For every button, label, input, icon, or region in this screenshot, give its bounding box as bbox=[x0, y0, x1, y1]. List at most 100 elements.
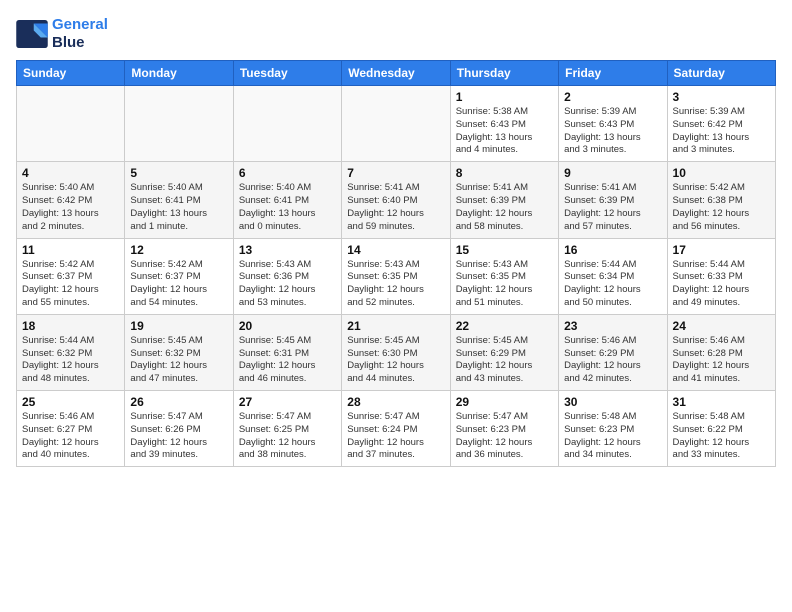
day-info: Sunrise: 5:45 AM Sunset: 6:31 PM Dayligh… bbox=[239, 335, 336, 386]
day-info: Sunrise: 5:47 AM Sunset: 6:25 PM Dayligh… bbox=[239, 411, 336, 462]
calendar-cell: 24 Sunrise: 5:46 AM Sunset: 6:28 PM Dayli… bbox=[667, 314, 775, 390]
day-number: 23 bbox=[564, 319, 661, 333]
day-info: Sunrise: 5:40 AM Sunset: 6:41 PM Dayligh… bbox=[239, 182, 336, 233]
day-info: Sunrise: 5:48 AM Sunset: 6:23 PM Dayligh… bbox=[564, 411, 661, 462]
logo: General Blue bbox=[16, 16, 108, 52]
day-number: 11 bbox=[22, 243, 119, 257]
calendar-header-row: SundayMondayTuesdayWednesdayThursdayFrid… bbox=[17, 61, 776, 86]
logo-icon bbox=[16, 20, 48, 48]
calendar-cell: 18Sunrise: 5:44 AM Sunset: 6:32 PM Dayli… bbox=[17, 314, 125, 390]
calendar-cell: 29Sunrise: 5:47 AM Sunset: 6:23 PM Dayli… bbox=[450, 391, 558, 467]
day-info: Sunrise: 5:47 AM Sunset: 6:24 PM Dayligh… bbox=[347, 411, 444, 462]
logo-text: General Blue bbox=[52, 16, 108, 52]
weekday-header: Wednesday bbox=[342, 61, 450, 86]
day-number: 13 bbox=[239, 243, 336, 257]
day-number: 27 bbox=[239, 395, 336, 409]
day-info: Sunrise: 5:45 AM Sunset: 6:29 PM Dayligh… bbox=[456, 335, 553, 386]
day-info: Sunrise: 5:43 AM Sunset: 6:35 PM Dayligh… bbox=[347, 259, 444, 310]
calendar-cell: 1 Sunrise: 5:38 AM Sunset: 6:43 PM Daylig… bbox=[450, 86, 558, 162]
day-number: 15 bbox=[456, 243, 553, 257]
calendar-week-row: 1 Sunrise: 5:38 AM Sunset: 6:43 PM Daylig… bbox=[17, 86, 776, 162]
day-number: 2 bbox=[564, 90, 661, 104]
day-info: Sunrise: 5:47 AM Sunset: 6:26 PM Dayligh… bbox=[130, 411, 227, 462]
calendar-cell: 15 Sunrise: 5:43 AM Sunset: 6:35 PM Dayli… bbox=[450, 238, 558, 314]
calendar-cell: 2 Sunrise: 5:39 AM Sunset: 6:43 PM Daylig… bbox=[559, 86, 667, 162]
weekday-header: Sunday bbox=[17, 61, 125, 86]
calendar-cell: 17 Sunrise: 5:44 AM Sunset: 6:33 PM Dayli… bbox=[667, 238, 775, 314]
calendar-cell: 10Sunrise: 5:42 AM Sunset: 6:38 PM Dayli… bbox=[667, 162, 775, 238]
day-number: 18 bbox=[22, 319, 119, 333]
day-info: Sunrise: 5:45 AM Sunset: 6:30 PM Dayligh… bbox=[347, 335, 444, 386]
calendar-cell: 12 Sunrise: 5:42 AM Sunset: 6:37 PM Dayli… bbox=[125, 238, 233, 314]
day-number: 17 bbox=[673, 243, 770, 257]
calendar-cell: 28 Sunrise: 5:47 AM Sunset: 6:24 PM Dayli… bbox=[342, 391, 450, 467]
calendar-cell bbox=[233, 86, 341, 162]
calendar-cell: 13Sunrise: 5:43 AM Sunset: 6:36 PM Dayli… bbox=[233, 238, 341, 314]
calendar-cell: 5Sunrise: 5:40 AM Sunset: 6:41 PM Daylig… bbox=[125, 162, 233, 238]
day-info: Sunrise: 5:42 AM Sunset: 6:37 PM Dayligh… bbox=[22, 259, 119, 310]
day-number: 4 bbox=[22, 166, 119, 180]
calendar-cell: 23 Sunrise: 5:46 AM Sunset: 6:29 PM Dayli… bbox=[559, 314, 667, 390]
day-info: Sunrise: 5:41 AM Sunset: 6:39 PM Dayligh… bbox=[456, 182, 553, 233]
day-number: 7 bbox=[347, 166, 444, 180]
calendar-cell: 20Sunrise: 5:45 AM Sunset: 6:31 PM Dayli… bbox=[233, 314, 341, 390]
day-number: 26 bbox=[130, 395, 227, 409]
day-info: Sunrise: 5:40 AM Sunset: 6:42 PM Dayligh… bbox=[22, 182, 119, 233]
day-info: Sunrise: 5:46 AM Sunset: 6:27 PM Dayligh… bbox=[22, 411, 119, 462]
weekday-header: Thursday bbox=[450, 61, 558, 86]
calendar-cell: 31Sunrise: 5:48 AM Sunset: 6:22 PM Dayli… bbox=[667, 391, 775, 467]
calendar-cell: 7 Sunrise: 5:41 AM Sunset: 6:40 PM Daylig… bbox=[342, 162, 450, 238]
calendar-cell: 14 Sunrise: 5:43 AM Sunset: 6:35 PM Dayli… bbox=[342, 238, 450, 314]
calendar-cell: 27 Sunrise: 5:47 AM Sunset: 6:25 PM Dayli… bbox=[233, 391, 341, 467]
day-number: 1 bbox=[456, 90, 553, 104]
weekday-header: Friday bbox=[559, 61, 667, 86]
day-info: Sunrise: 5:39 AM Sunset: 6:43 PM Dayligh… bbox=[564, 106, 661, 157]
day-info: Sunrise: 5:46 AM Sunset: 6:29 PM Dayligh… bbox=[564, 335, 661, 386]
calendar-table: SundayMondayTuesdayWednesdayThursdayFrid… bbox=[16, 60, 776, 467]
day-number: 28 bbox=[347, 395, 444, 409]
day-number: 16 bbox=[564, 243, 661, 257]
day-number: 19 bbox=[130, 319, 227, 333]
calendar-cell bbox=[342, 86, 450, 162]
weekday-header: Tuesday bbox=[233, 61, 341, 86]
day-info: Sunrise: 5:43 AM Sunset: 6:35 PM Dayligh… bbox=[456, 259, 553, 310]
day-number: 14 bbox=[347, 243, 444, 257]
calendar-cell: 25 Sunrise: 5:46 AM Sunset: 6:27 PM Dayli… bbox=[17, 391, 125, 467]
day-info: Sunrise: 5:44 AM Sunset: 6:33 PM Dayligh… bbox=[673, 259, 770, 310]
day-info: Sunrise: 5:45 AM Sunset: 6:32 PM Dayligh… bbox=[130, 335, 227, 386]
calendar-week-row: 25 Sunrise: 5:46 AM Sunset: 6:27 PM Dayli… bbox=[17, 391, 776, 467]
weekday-header: Saturday bbox=[667, 61, 775, 86]
day-number: 31 bbox=[673, 395, 770, 409]
calendar-week-row: 11 Sunrise: 5:42 AM Sunset: 6:37 PM Dayli… bbox=[17, 238, 776, 314]
day-number: 12 bbox=[130, 243, 227, 257]
weekday-header: Monday bbox=[125, 61, 233, 86]
day-info: Sunrise: 5:41 AM Sunset: 6:39 PM Dayligh… bbox=[564, 182, 661, 233]
day-info: Sunrise: 5:46 AM Sunset: 6:28 PM Dayligh… bbox=[673, 335, 770, 386]
day-number: 6 bbox=[239, 166, 336, 180]
day-number: 5 bbox=[130, 166, 227, 180]
day-info: Sunrise: 5:42 AM Sunset: 6:37 PM Dayligh… bbox=[130, 259, 227, 310]
calendar-cell: 30 Sunrise: 5:48 AM Sunset: 6:23 PM Dayli… bbox=[559, 391, 667, 467]
day-info: Sunrise: 5:44 AM Sunset: 6:34 PM Dayligh… bbox=[564, 259, 661, 310]
calendar-cell bbox=[125, 86, 233, 162]
day-number: 21 bbox=[347, 319, 444, 333]
header: General Blue bbox=[16, 16, 776, 52]
calendar-cell: 9Sunrise: 5:41 AM Sunset: 6:39 PM Daylig… bbox=[559, 162, 667, 238]
calendar-cell: 11 Sunrise: 5:42 AM Sunset: 6:37 PM Dayli… bbox=[17, 238, 125, 314]
calendar-cell: 6 Sunrise: 5:40 AM Sunset: 6:41 PM Daylig… bbox=[233, 162, 341, 238]
calendar-week-row: 4 Sunrise: 5:40 AM Sunset: 6:42 PM Daylig… bbox=[17, 162, 776, 238]
calendar-cell: 21 Sunrise: 5:45 AM Sunset: 6:30 PM Dayli… bbox=[342, 314, 450, 390]
day-info: Sunrise: 5:39 AM Sunset: 6:42 PM Dayligh… bbox=[673, 106, 770, 157]
day-info: Sunrise: 5:38 AM Sunset: 6:43 PM Dayligh… bbox=[456, 106, 553, 157]
day-info: Sunrise: 5:41 AM Sunset: 6:40 PM Dayligh… bbox=[347, 182, 444, 233]
day-info: Sunrise: 5:47 AM Sunset: 6:23 PM Dayligh… bbox=[456, 411, 553, 462]
day-info: Sunrise: 5:42 AM Sunset: 6:38 PM Dayligh… bbox=[673, 182, 770, 233]
day-number: 22 bbox=[456, 319, 553, 333]
day-number: 24 bbox=[673, 319, 770, 333]
day-number: 8 bbox=[456, 166, 553, 180]
day-number: 30 bbox=[564, 395, 661, 409]
calendar-cell: 4 Sunrise: 5:40 AM Sunset: 6:42 PM Daylig… bbox=[17, 162, 125, 238]
calendar-cell: 19 Sunrise: 5:45 AM Sunset: 6:32 PM Dayli… bbox=[125, 314, 233, 390]
day-number: 3 bbox=[673, 90, 770, 104]
day-number: 25 bbox=[22, 395, 119, 409]
